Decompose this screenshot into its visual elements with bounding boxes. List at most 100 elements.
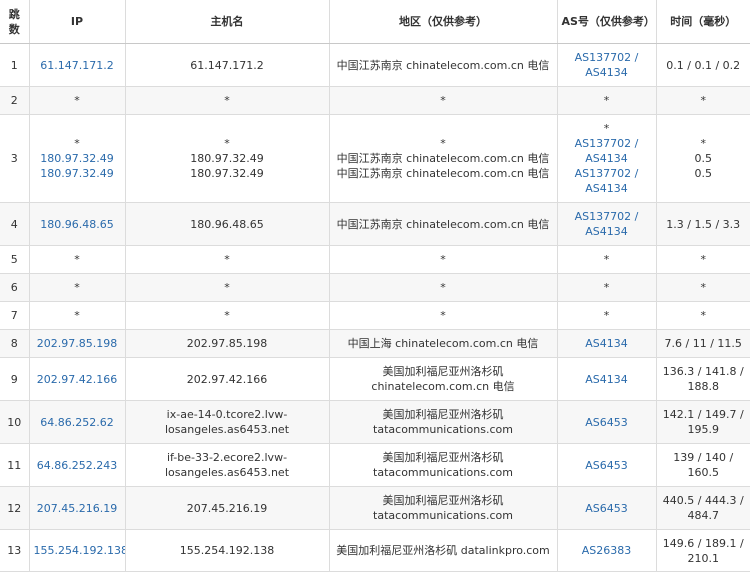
asn-text: * bbox=[603, 253, 610, 266]
asn-link[interactable]: AS137702 / bbox=[562, 209, 652, 224]
region-cell: 中国上海 chinatelecom.com.cn 电信 bbox=[329, 329, 558, 358]
ip-link[interactable]: 64.86.252.243 bbox=[34, 458, 121, 473]
region-cell: 美国加利福尼亚州洛杉矶 datalinkpro.com bbox=[329, 529, 558, 572]
host-text: 155.254.192.138 bbox=[179, 544, 275, 557]
ip-link[interactable]: 61.147.171.2 bbox=[34, 58, 121, 73]
asn-cell: AS6453 bbox=[557, 400, 657, 444]
asn-link[interactable]: AS4134 bbox=[562, 181, 652, 196]
region-text: 美国加利福尼亚州洛杉矶 bbox=[382, 494, 504, 507]
ip-link[interactable]: 180.97.32.49 bbox=[34, 166, 121, 181]
host-text: * bbox=[224, 309, 230, 322]
region-text: 美国加利福尼亚州洛杉矶 datalinkpro.com bbox=[336, 544, 550, 557]
host-text: 202.97.42.166 bbox=[186, 372, 268, 386]
region-text: * bbox=[440, 281, 446, 294]
ip-link[interactable]: 155.254.192.138 bbox=[34, 543, 125, 558]
ip-link[interactable]: 64.86.252.62 bbox=[34, 415, 121, 430]
asn-link[interactable]: AS4134 bbox=[562, 336, 652, 351]
asn-link[interactable]: AS4134 bbox=[562, 151, 652, 166]
asn-link[interactable]: AS26383 bbox=[562, 543, 652, 558]
host-text: 207.45.216.19 bbox=[186, 501, 268, 515]
hostname-cell: 202.97.42.166 bbox=[125, 357, 330, 401]
host-text: 180.97.32.49 bbox=[190, 152, 264, 165]
time-text: 149.6 / 189.1 / bbox=[662, 536, 744, 550]
asn-cell: AS6453 bbox=[557, 486, 657, 530]
time-text: * bbox=[700, 309, 707, 322]
ip-cell: 61.147.171.2 bbox=[29, 43, 126, 87]
asn-link[interactable]: AS137702 / bbox=[562, 50, 652, 65]
ip-link[interactable]: 180.97.32.49 bbox=[34, 151, 121, 166]
asn-link[interactable]: AS4134 bbox=[562, 372, 652, 387]
time-text: 0.5 bbox=[694, 167, 713, 180]
time-cell: 7.6 / 11 / 11.5 bbox=[656, 329, 750, 358]
region-text: chinatelecom.com.cn 电信 bbox=[371, 380, 515, 393]
asn-link[interactable]: AS6453 bbox=[562, 501, 652, 516]
host-text: 180.96.48.65 bbox=[190, 217, 264, 231]
ip-link[interactable]: 202.97.85.198 bbox=[34, 336, 121, 351]
time-cell: 139 / 140 / 160.5 bbox=[656, 443, 750, 487]
host-text: 61.147.171.2 bbox=[190, 58, 264, 72]
hop-cell: 6 bbox=[0, 273, 30, 302]
hop-cell: 13 bbox=[0, 529, 30, 572]
time-text: 484.7 bbox=[687, 509, 720, 522]
hop-cell: 12 bbox=[0, 486, 30, 530]
asn-link[interactable]: AS4134 bbox=[562, 224, 652, 239]
asn-text: * bbox=[603, 309, 610, 322]
asn-cell: AS6453 bbox=[557, 443, 657, 487]
asn-link[interactable]: AS137702 / bbox=[562, 136, 652, 151]
traceroute-table: 跳数 IP 主机名 地区（仅供参考） AS号（仅供参考） 时间（毫秒） 1 61.… bbox=[0, 0, 750, 572]
region-cell: * bbox=[329, 86, 558, 115]
ip-link[interactable]: 202.97.42.166 bbox=[34, 372, 121, 387]
region-cell: * bbox=[329, 245, 558, 274]
asn-link[interactable]: AS4134 bbox=[562, 65, 652, 80]
host-text: * bbox=[224, 281, 230, 294]
time-text: 188.8 bbox=[687, 380, 720, 393]
time-text: 210.1 bbox=[687, 551, 720, 565]
table-row: 13 155.254.192.138 155.254.192.138 美国加利福尼亚州… bbox=[0, 529, 750, 572]
header-row: 跳数 IP 主机名 地区（仅供参考） AS号（仅供参考） 时间（毫秒） bbox=[0, 0, 750, 44]
host-text: * bbox=[224, 94, 230, 107]
asn-link[interactable]: AS6453 bbox=[562, 415, 652, 430]
time-text: * bbox=[700, 281, 707, 294]
hop-cell: 2 bbox=[0, 86, 30, 115]
asn-link[interactable]: AS137702 / bbox=[562, 166, 652, 181]
table-row: 4 180.96.48.65 180.96.48.65 中国江苏南京 chinatel… bbox=[0, 202, 750, 246]
region-cell: 美国加利福尼亚州洛杉矶 chinatelecom.com.cn 电信 bbox=[329, 357, 558, 401]
region-text: 美国加利福尼亚州洛杉矶 bbox=[382, 365, 504, 378]
trace-body: 1 61.147.171.2 61.147.171.2 中国江苏南京 chinatel… bbox=[0, 43, 750, 572]
ip-cell: * 180.97.32.49 180.97.32.49 bbox=[29, 114, 126, 203]
region-text: * bbox=[440, 94, 446, 107]
time-text: * bbox=[700, 253, 707, 266]
region-cell: * bbox=[329, 301, 558, 330]
asn-text: * bbox=[603, 122, 610, 135]
ip-cell: * bbox=[29, 245, 126, 274]
hostname-cell: * 180.97.32.49 180.97.32.49 bbox=[125, 114, 330, 203]
time-cell: * bbox=[656, 301, 750, 330]
hop-cell: 9 bbox=[0, 357, 30, 401]
time-text: 139 / 140 / bbox=[673, 451, 734, 464]
hop-cell: 7 bbox=[0, 301, 30, 330]
host-text: if-be-33-2.ecore2.lvw- bbox=[166, 451, 288, 464]
time-cell: 142.1 / 149.7 / 195.9 bbox=[656, 400, 750, 444]
hop-cell: 1 bbox=[0, 43, 30, 87]
ip-text: * bbox=[74, 137, 80, 150]
asn-text: * bbox=[603, 94, 610, 107]
time-text: 142.1 / 149.7 / bbox=[662, 408, 744, 421]
asn-cell: * bbox=[557, 245, 657, 274]
table-row: 2 * * * * * bbox=[0, 86, 750, 115]
ip-link[interactable]: 207.45.216.19 bbox=[34, 501, 121, 516]
asn-link[interactable]: AS6453 bbox=[562, 458, 652, 473]
host-text: losangeles.as6453.net bbox=[164, 423, 290, 436]
region-cell: * bbox=[329, 273, 558, 302]
time-text: 440.5 / 444.3 / bbox=[662, 494, 744, 507]
ip-link[interactable]: 180.96.48.65 bbox=[34, 217, 121, 232]
ip-cell: * bbox=[29, 86, 126, 115]
time-cell: * bbox=[656, 245, 750, 274]
time-cell: * bbox=[656, 86, 750, 115]
region-text: * bbox=[440, 253, 446, 266]
region-text: tatacommunications.com bbox=[373, 466, 513, 479]
asn-cell: AS137702 /AS4134 bbox=[557, 202, 657, 246]
asn-cell: * bbox=[557, 273, 657, 302]
ip-cell: 180.96.48.65 bbox=[29, 202, 126, 246]
table-row: 7 * * * * * bbox=[0, 301, 750, 330]
region-text: tatacommunications.com bbox=[373, 509, 513, 522]
